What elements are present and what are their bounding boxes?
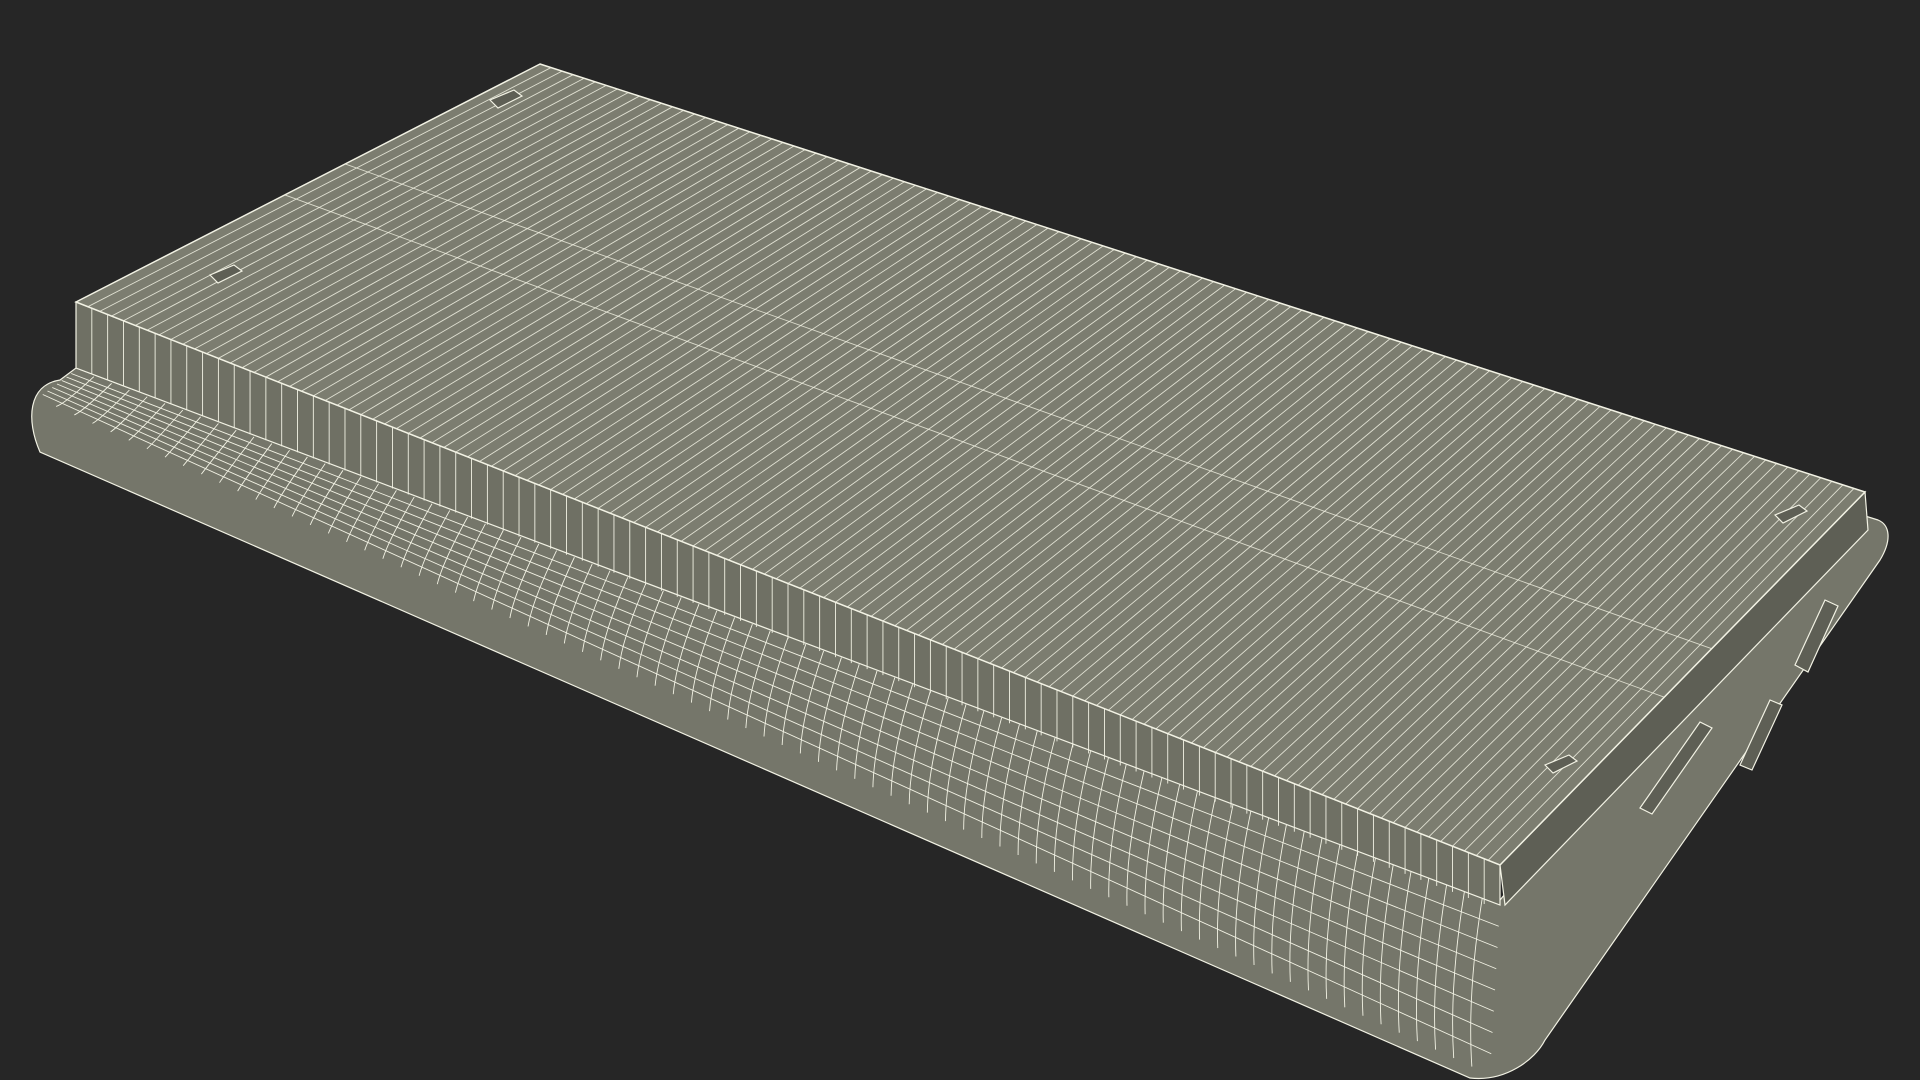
wireframe-model: [0, 0, 1920, 1080]
render-viewport: [0, 0, 1920, 1080]
